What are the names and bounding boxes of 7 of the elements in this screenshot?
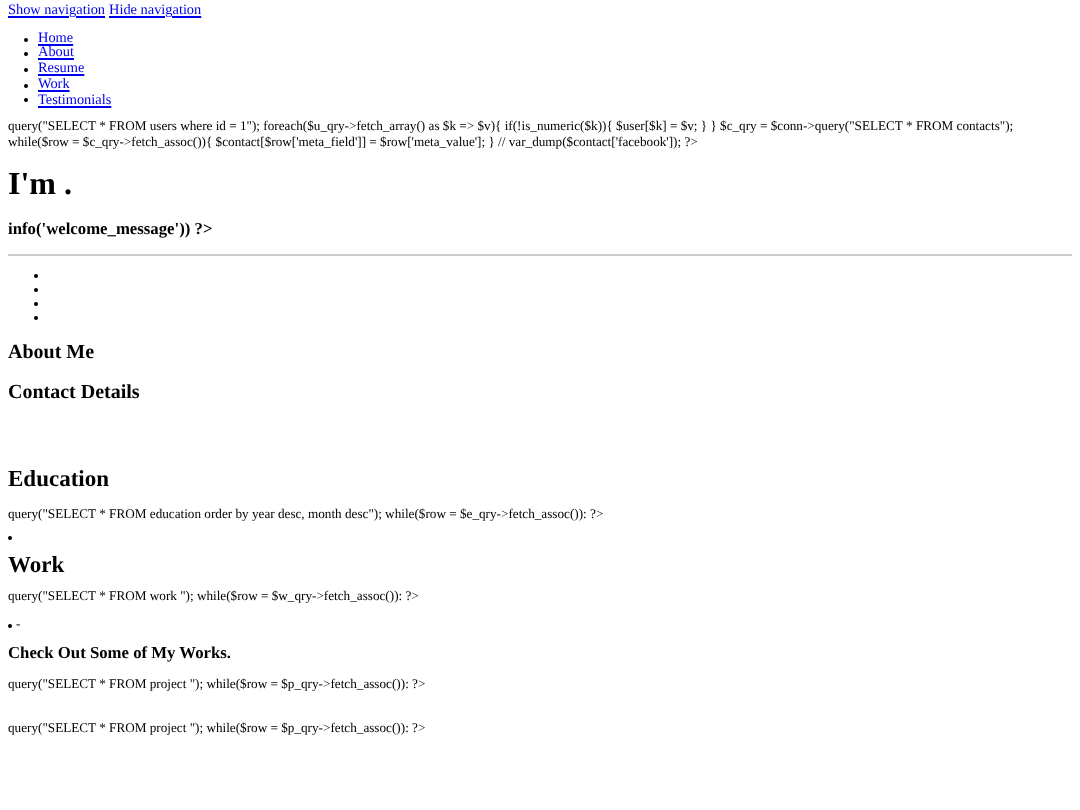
hero-subtitle: info('welcome_message')) ?> (8, 219, 215, 240)
section-heading: Contact Details (8, 381, 142, 406)
section-heading: Check Out Some of My Works. (8, 643, 234, 664)
hero-title: I'm . (8, 167, 74, 204)
section-heading: Work (8, 554, 67, 581)
section-heading: About Me (8, 341, 97, 366)
section-heading: Education (8, 467, 111, 494)
